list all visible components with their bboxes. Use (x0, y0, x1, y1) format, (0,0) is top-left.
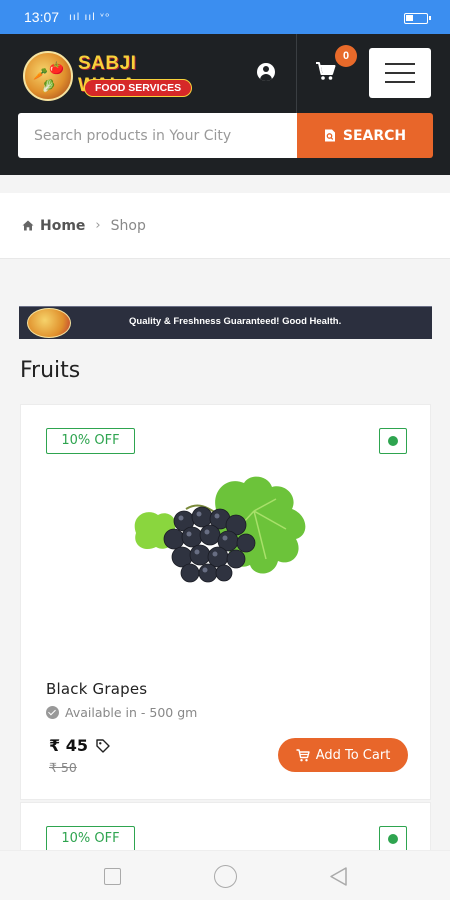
discount-badge: 10% OFF (46, 428, 135, 454)
home-icon[interactable] (22, 220, 34, 231)
battery-icon (404, 13, 431, 24)
shopping-cart-icon[interactable] (315, 61, 337, 81)
home-nav-button[interactable] (214, 865, 237, 888)
availability-text: Available in - 500 gm (65, 705, 198, 720)
search-button[interactable]: SEARCH (297, 113, 433, 158)
header-divider (296, 34, 297, 114)
menu-line (385, 63, 415, 65)
check-circle-icon (46, 706, 59, 719)
add-to-cart-button[interactable]: Add To Cart (278, 738, 408, 772)
search-input[interactable] (18, 113, 298, 158)
discount-badge: 10% OFF (46, 826, 135, 852)
search-button-label: SEARCH (342, 127, 407, 144)
product-price: ₹ 45 (49, 736, 110, 755)
product-name[interactable]: Black Grapes (46, 680, 147, 698)
promo-banner[interactable]: Quality & Freshness Guaranteed! Good Hea… (19, 306, 432, 339)
status-bar: 13:07 ııl ııl ᵛᵒ (0, 0, 450, 34)
status-time: 13:07 (24, 9, 60, 25)
cart-icon (296, 748, 310, 761)
breadcrumb: Home › Shop (0, 193, 450, 259)
breadcrumb-separator: › (95, 218, 101, 233)
hamburger-menu-button[interactable] (369, 48, 431, 98)
add-to-cart-label: Add To Cart (315, 747, 391, 763)
logo-emblem: 🥕 🍅 🥬 (23, 51, 73, 101)
product-image[interactable] (126, 473, 326, 603)
price-tag-icon (96, 738, 110, 753)
logo-subtitle: FOOD SERVICES (84, 79, 193, 97)
grape-cluster (163, 506, 256, 583)
menu-line (385, 81, 415, 83)
veg-indicator-icon (379, 428, 407, 454)
banner-logo (27, 308, 71, 338)
back-nav-button[interactable] (328, 866, 348, 887)
menu-line (385, 72, 415, 74)
banner-tagline: Quality & Freshness Guaranteed! Good Hea… (129, 316, 342, 327)
system-nav-bar (0, 850, 450, 900)
signal-icons: ııl ııl ᵛᵒ (69, 11, 111, 23)
product-card[interactable]: 10% OFF (20, 404, 431, 800)
vegetable-icon: 🥬 (41, 79, 56, 93)
price-value: ₹ 45 (49, 736, 88, 755)
user-circle-icon[interactable] (257, 63, 275, 81)
cart-count-badge: 0 (335, 45, 357, 67)
availability-info: Available in - 500 gm (46, 705, 197, 720)
battery-level (406, 15, 413, 21)
breadcrumb-home-link[interactable]: Home (40, 218, 85, 234)
veg-indicator-icon (379, 826, 407, 852)
recent-apps-button[interactable] (104, 868, 121, 885)
brand-logo[interactable]: 🥕 🍅 🥬 SABJI WALA FOOD SERVICES (20, 47, 195, 107)
breadcrumb-current: Shop (110, 217, 146, 234)
search-doc-icon (324, 129, 335, 142)
site-header: 🥕 🍅 🥬 SABJI WALA FOOD SERVICES 0 SEARCH (0, 34, 450, 175)
original-price: ₹ 50 (49, 760, 77, 775)
section-title: Fruits (20, 358, 81, 383)
vegetable-icon: 🍅 (49, 61, 64, 75)
